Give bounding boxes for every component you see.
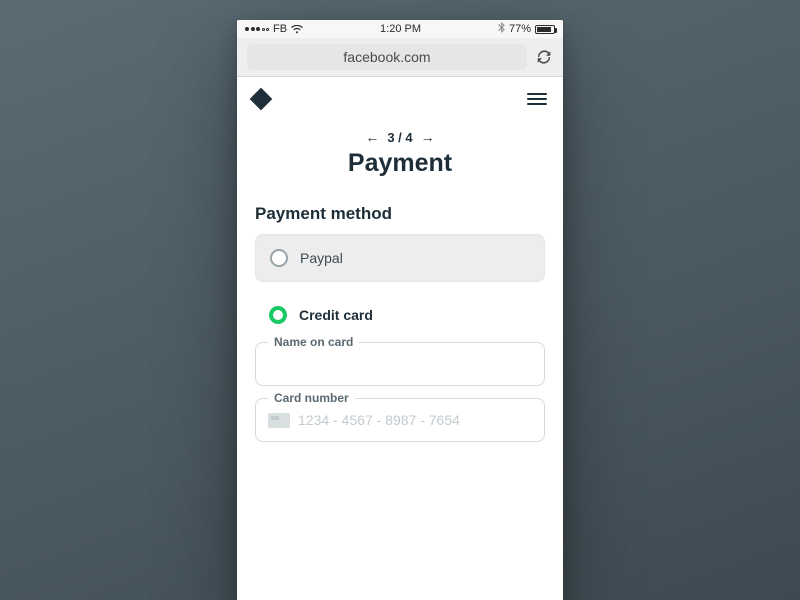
step-prev[interactable]: ← [365, 129, 379, 145]
clock: 1:20 PM [380, 23, 421, 35]
step-next[interactable]: → [421, 129, 435, 145]
step-label: 3 / 4 [387, 130, 412, 145]
battery-icon [535, 25, 555, 34]
reload-button[interactable] [535, 49, 553, 65]
field-label: Name on card [268, 335, 359, 349]
payment-method-paypal[interactable]: Paypal [255, 234, 545, 282]
field-label: Card number [268, 391, 355, 405]
step-indicator: ← 3 / 4 → [237, 129, 563, 145]
credit-card-icon [268, 413, 290, 428]
page-title: Payment [237, 149, 563, 178]
payment-method-credit[interactable]: Credit card [255, 292, 545, 330]
address-url: facebook.com [343, 49, 430, 65]
signal-dots-icon [245, 27, 269, 31]
card-number-wrapper: Card number [255, 398, 545, 442]
app-header [237, 77, 563, 115]
section-heading: Payment method [255, 204, 545, 224]
bluetooth-icon [498, 22, 505, 36]
radio-unchecked-icon [270, 249, 288, 267]
status-right: 77% [498, 22, 555, 36]
browser-chrome: facebook.com [237, 38, 563, 77]
logo-diamond-icon[interactable] [250, 88, 273, 111]
content: Payment method Paypal Credit card Name o… [237, 178, 563, 442]
menu-button[interactable] [527, 93, 547, 106]
card-number-input[interactable] [298, 412, 532, 428]
hamburger-icon [527, 93, 547, 95]
name-on-card-input[interactable] [268, 356, 532, 372]
method-label: Credit card [299, 307, 373, 323]
battery-pct: 77% [509, 23, 531, 35]
name-on-card-wrapper: Name on card [255, 342, 545, 386]
status-left: FB [245, 23, 303, 35]
reload-icon [536, 49, 552, 65]
carrier-label: FB [273, 23, 287, 35]
method-label: Paypal [300, 250, 343, 266]
phone-frame: FB 1:20 PM 77% facebook.com [237, 20, 563, 600]
wifi-icon [291, 25, 303, 34]
field-name-on-card: Name on card [255, 342, 545, 386]
radio-checked-icon [269, 306, 287, 324]
status-bar: FB 1:20 PM 77% [237, 20, 563, 38]
field-card-number: Card number [255, 398, 545, 442]
address-bar[interactable]: facebook.com [247, 44, 527, 70]
